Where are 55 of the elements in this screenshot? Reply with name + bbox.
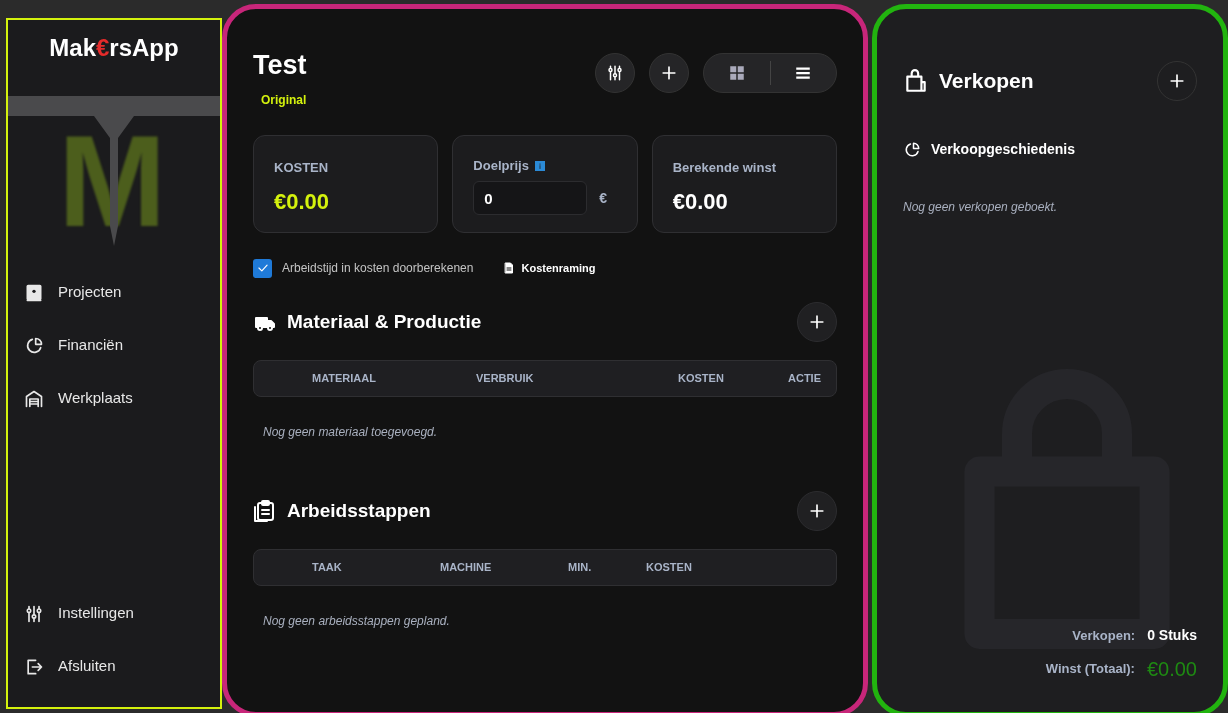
app-logo: Mak€rsApp xyxy=(48,33,180,63)
column-header: ACTIE xyxy=(788,371,821,386)
clipboard-icon xyxy=(253,498,277,523)
stat-label: KOSTEN xyxy=(274,158,329,177)
list-view-icon xyxy=(794,64,813,82)
info-icon xyxy=(534,160,545,171)
add-button[interactable] xyxy=(797,490,837,531)
stat-value: €0.00 xyxy=(274,188,331,217)
nav-item[interactable]: Afsluiten xyxy=(8,640,220,693)
document-icon xyxy=(503,262,516,275)
panel-title: Verkopen xyxy=(939,68,1034,95)
pie-chart-icon xyxy=(24,335,44,356)
empty-message: Nog geen materiaal toegevoegd. xyxy=(263,423,439,441)
section-title: Arbeidsstappen xyxy=(287,498,431,523)
empty-message: Nog geen arbeidsstappen gepland. xyxy=(263,612,451,630)
project-title: Test xyxy=(253,49,307,82)
nav-item[interactable]: Instellingen xyxy=(8,587,220,640)
column-header: MACHINE xyxy=(440,560,493,575)
currency-label: € xyxy=(599,188,608,208)
add-button[interactable] xyxy=(649,53,689,93)
grid-view-icon xyxy=(727,64,746,82)
nav-item[interactable]: Financiën xyxy=(8,319,220,372)
summary-label: Verkopen: xyxy=(1072,626,1136,645)
stat-value: €0.00 xyxy=(672,188,729,217)
sliders-icon xyxy=(606,64,624,82)
summary-value: €0.00 xyxy=(1146,657,1197,682)
column-header: VERBRUIK xyxy=(476,371,535,386)
column-header: TAAK xyxy=(311,560,343,575)
filter-button[interactable] xyxy=(595,53,635,93)
section-title: Materiaal & Productie xyxy=(287,309,482,334)
book-icon xyxy=(24,282,44,303)
version-label: Original xyxy=(261,91,307,109)
summary-label: Winst (Totaal): xyxy=(1045,660,1135,679)
section-title: Verkoopgeschiedenis xyxy=(931,140,1075,159)
column-header: KOSTEN xyxy=(677,371,725,386)
estimate-link[interactable]: Kostenraming xyxy=(503,260,596,277)
labor-checkbox[interactable] xyxy=(253,258,272,278)
nav-item[interactable]: Projecten xyxy=(8,266,220,319)
column-header: MATERIAAL xyxy=(311,371,377,386)
empty-message: Nog geen verkopen geboekt. xyxy=(903,199,1059,216)
pie-chart-icon xyxy=(903,140,921,159)
garage-icon xyxy=(24,388,44,409)
sliders-icon xyxy=(24,603,44,624)
column-header: KOSTEN xyxy=(646,560,692,575)
view-toggle[interactable] xyxy=(703,53,837,93)
shopping-bag-icon xyxy=(903,68,929,94)
column-header: MIN. xyxy=(568,560,593,575)
stat-label: Doelprijs xyxy=(473,156,529,175)
price-input[interactable]: 0 xyxy=(473,181,588,216)
checkbox-label: Arbeidstijd in kosten doorberekenen xyxy=(282,260,474,278)
logo-artwork: M xyxy=(8,76,220,256)
nav-item[interactable]: Werkplaats xyxy=(8,372,220,425)
add-button[interactable] xyxy=(797,301,837,342)
stat-label: Berekende winst xyxy=(672,158,776,177)
summary-value: 0 Stuks xyxy=(1147,626,1197,645)
